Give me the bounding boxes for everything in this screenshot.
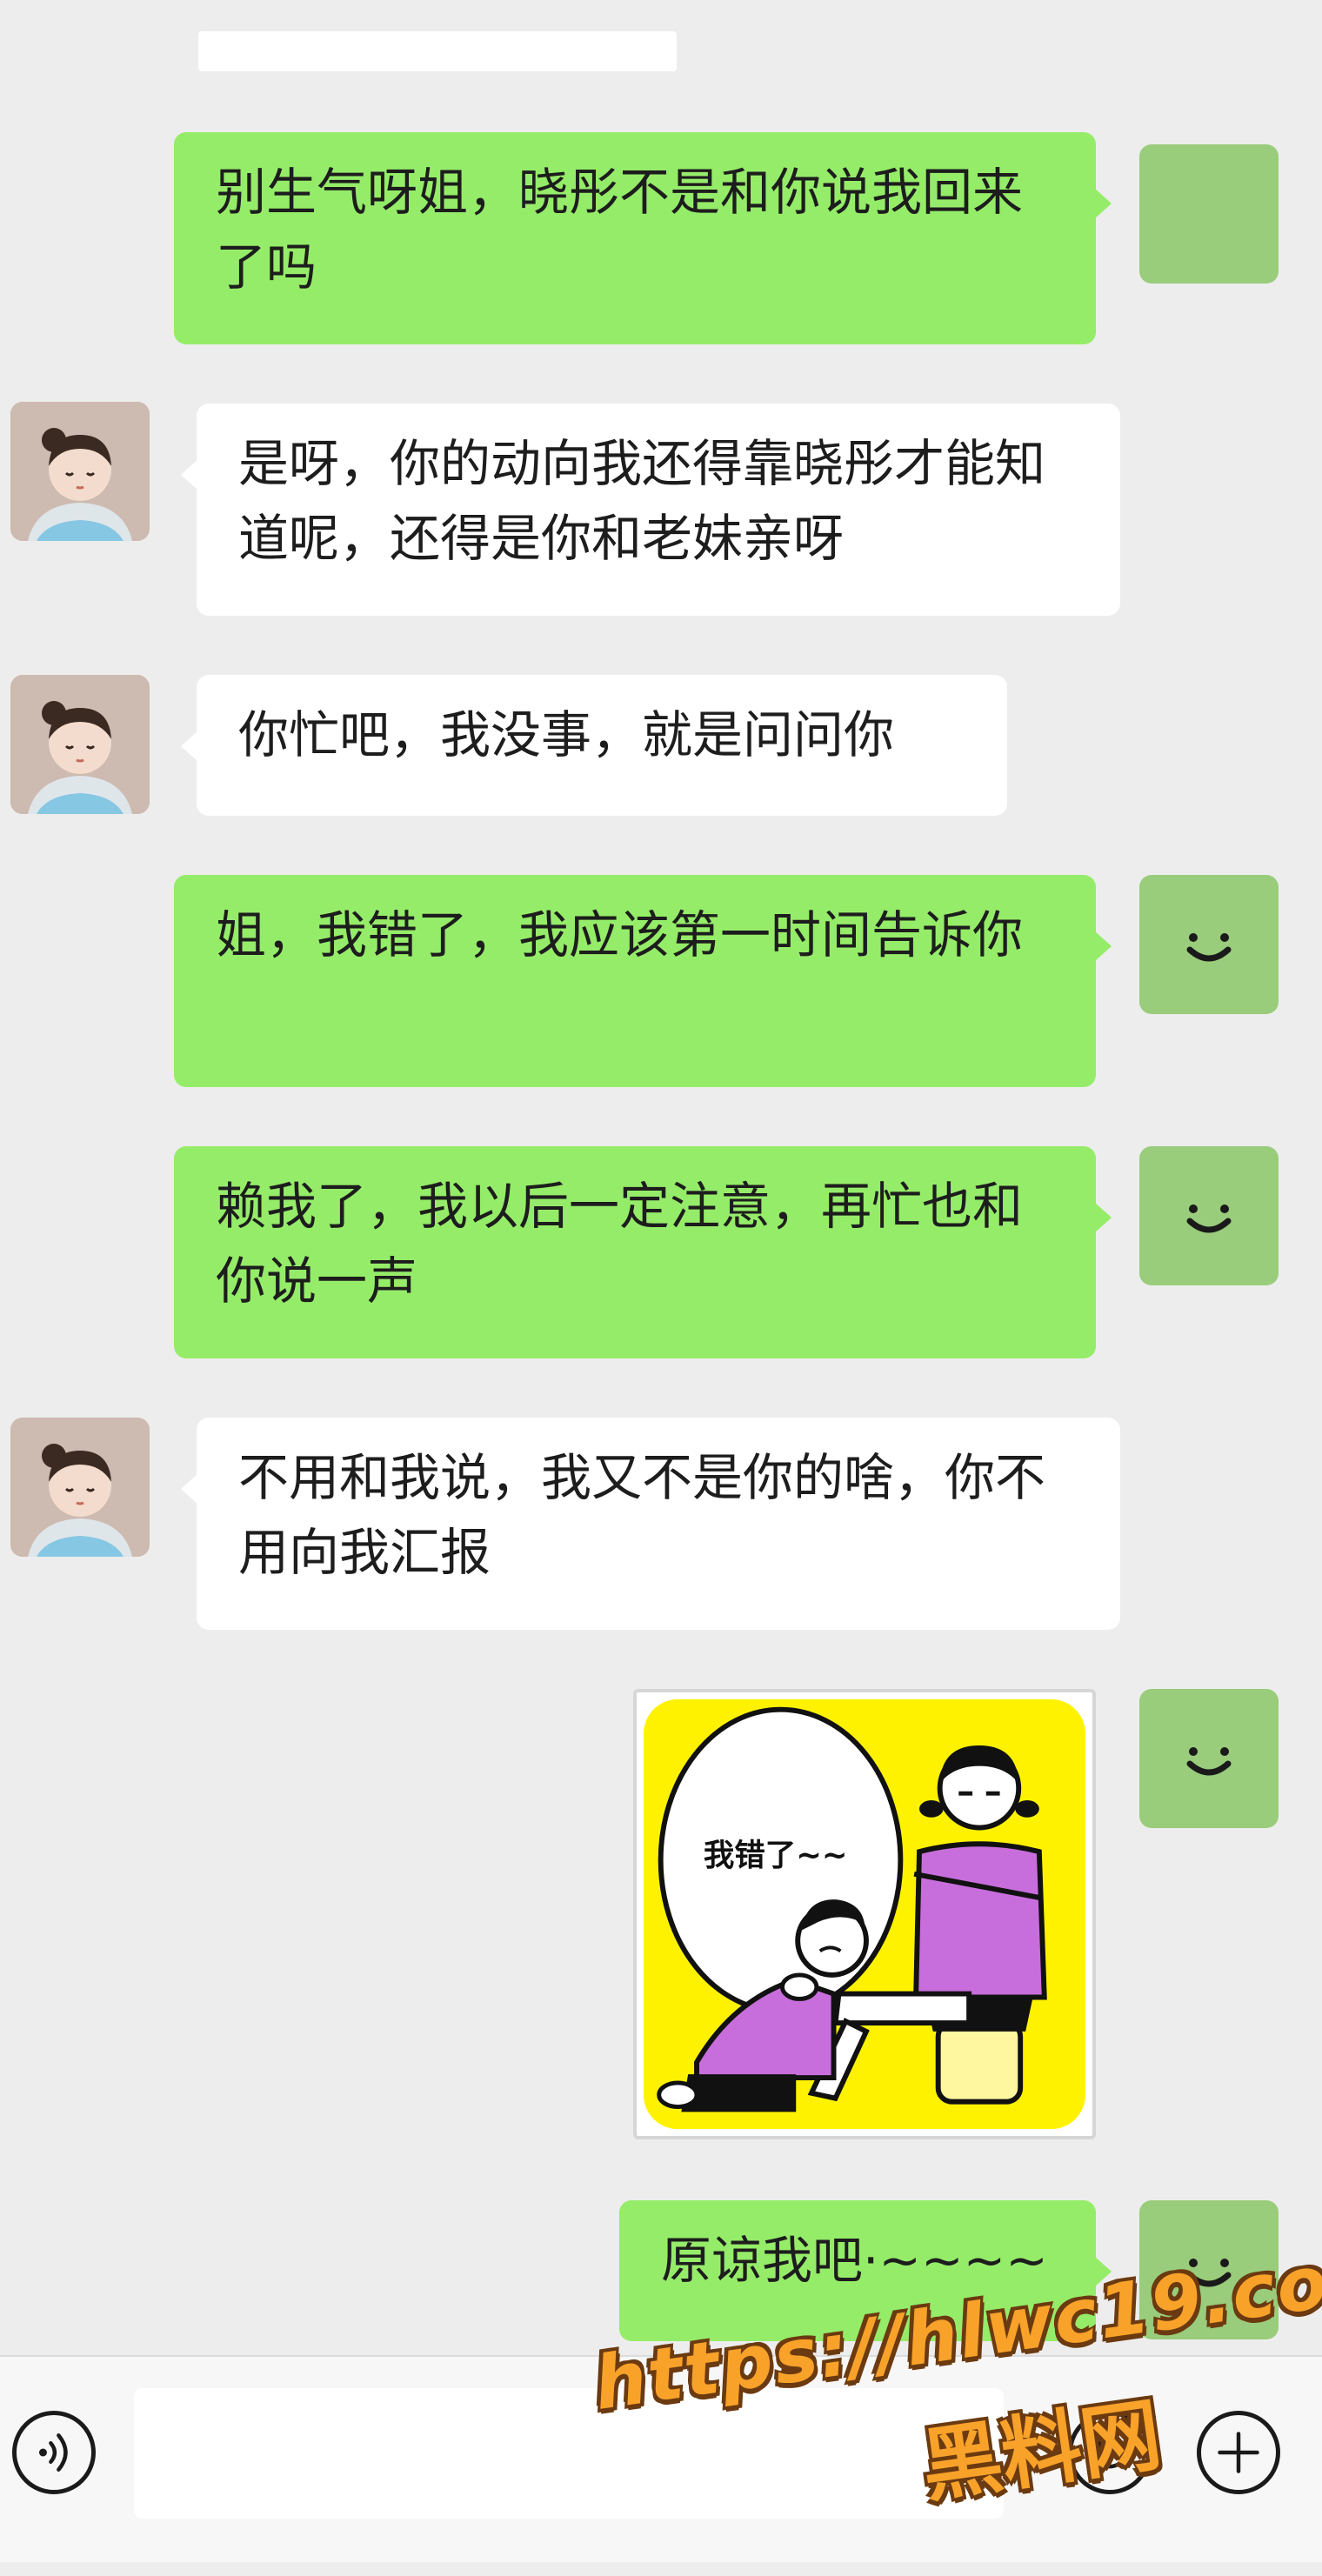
my-avatar[interactable] <box>1139 1146 1279 1285</box>
chat-screen: 别生气呀姐，晓彤不是和你说我回来了吗 是呀，你的动向我还得靠晓彤才能知道呢，还得… <box>0 0 1322 2562</box>
sticker-caption: 我错了~~ <box>704 1838 848 1873</box>
message-bubble-incoming[interactable]: 不用和我说，我又不是你的啥，你不用向我汇报 <box>181 1418 1120 1630</box>
my-avatar[interactable] <box>1139 875 1279 1014</box>
voice-icon <box>38 2433 68 2472</box>
more-button[interactable] <box>1197 2411 1280 2494</box>
message-bubble-outgoing[interactable]: 原谅我吧·~~~~ <box>619 2200 1112 2341</box>
emoji-button[interactable] <box>1068 2411 1152 2494</box>
smile-avatar-icon <box>1186 1747 1232 1776</box>
message-input[interactable] <box>134 2388 1004 2519</box>
my-avatar[interactable] <box>1139 1689 1279 1828</box>
my-avatar[interactable] <box>1139 2200 1279 2339</box>
friend-avatar[interactable] <box>10 402 150 541</box>
girl-avatar-icon <box>10 1418 150 1557</box>
voice-button[interactable] <box>12 2411 96 2494</box>
girl-avatar-icon <box>10 402 150 541</box>
smile-avatar-icon <box>1186 933 1232 962</box>
my-avatar[interactable] <box>1139 144 1279 284</box>
plus-icon <box>1218 2432 1259 2473</box>
girl-avatar-icon <box>10 675 150 814</box>
smile-avatar-icon <box>1186 2259 1232 2287</box>
sticker-message[interactable]: 我错了~~ <box>633 1689 1096 2139</box>
apology-sticker-image: 我错了~~ <box>643 1698 1086 2130</box>
message-bubble-incoming[interactable]: 你忙吧，我没事，就是问问你 <box>181 675 1007 816</box>
emoji-icon <box>1092 2440 1128 2469</box>
message-bubble-incoming[interactable]: 是呀，你的动向我还得靠晓彤才能知道呢，还得是你和老妹亲呀 <box>181 404 1120 616</box>
friend-avatar[interactable] <box>10 1418 150 1557</box>
friend-avatar[interactable] <box>10 675 150 814</box>
message-bubble-outgoing[interactable]: 赖我了，我以后一定注意，再忙也和你说一声 <box>174 1146 1112 1358</box>
message-bubble-outgoing[interactable]: 别生气呀姐，晓彤不是和你说我回来了吗 <box>174 132 1112 344</box>
message-bubble-outgoing[interactable]: 姐，我错了，我应该第一时间告诉你 <box>174 875 1112 1087</box>
previous-message-fragment <box>198 31 677 71</box>
chat-input-bar <box>0 2355 1322 2562</box>
smile-avatar-icon <box>1186 1205 1232 1233</box>
